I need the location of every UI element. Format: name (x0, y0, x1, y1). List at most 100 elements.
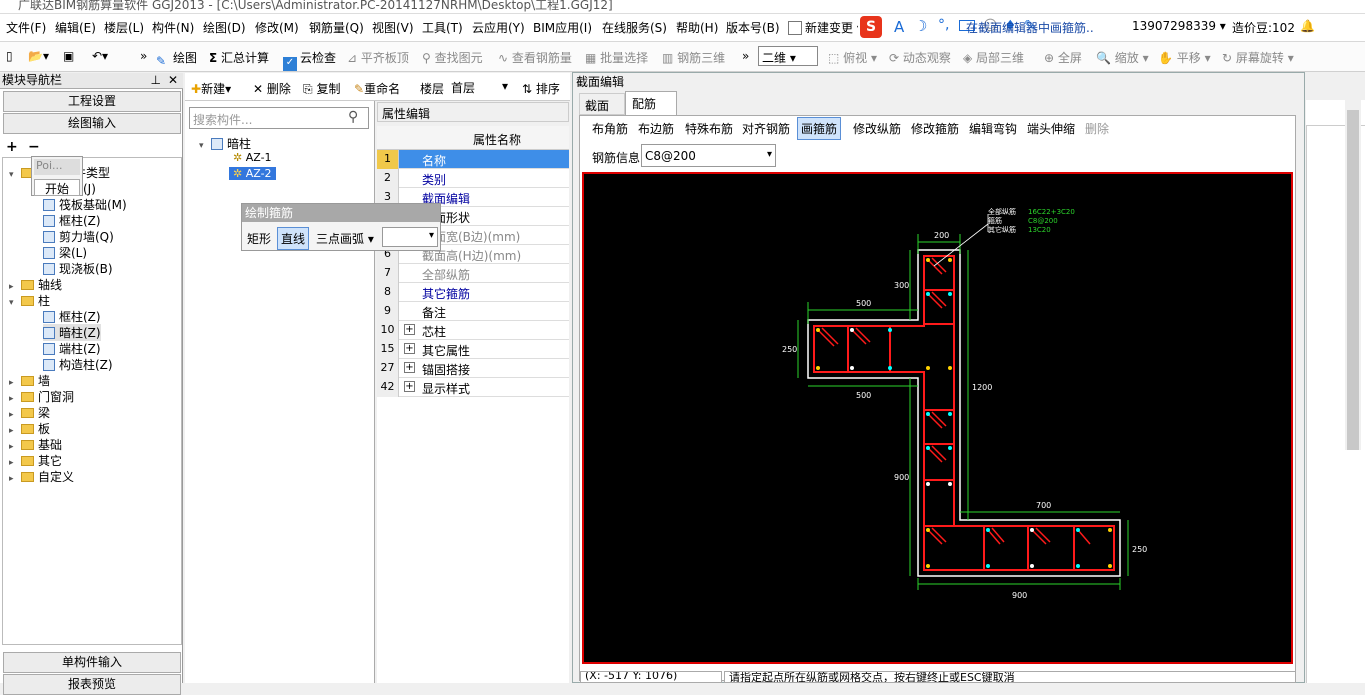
tab-property-edit[interactable]: 属性编辑 (382, 105, 430, 122)
zoom-button[interactable]: 🔍 缩放 ▾ (1096, 49, 1149, 66)
tree-column[interactable]: ▾ 柱 (9, 292, 50, 309)
chevron-down-icon[interactable]: ▾ (767, 149, 772, 160)
start-button[interactable]: 开始 (34, 179, 80, 196)
edge-bar-button[interactable]: 布边筋 (638, 120, 674, 137)
align-slab-button[interactable]: ⊿ 平齐板顶 (347, 49, 409, 66)
ime-mode-icon[interactable]: A (894, 18, 904, 36)
tree-end-column[interactable]: 端柱(Z) (43, 340, 101, 357)
report-preview-button[interactable]: 报表预览 (3, 674, 181, 695)
menu-bim[interactable]: BIM应用(I) (533, 19, 592, 36)
prop-row-core-column[interactable]: 10 + 芯柱 (377, 321, 569, 340)
tree-custom[interactable]: ▸ 自定义 (9, 468, 74, 485)
tree-raft-foundation[interactable]: 筏板基础(M) (43, 196, 127, 213)
prop-row-other-stirrup[interactable]: 8 其它箍筋 (377, 283, 569, 302)
menu-new-change[interactable]: 新建变更 ▾ (788, 19, 863, 36)
punctuation-icon[interactable]: °, (938, 17, 949, 33)
floor-select[interactable]: 首层 ▾ (448, 77, 510, 97)
pan-button[interactable]: ✋ 平移 ▾ (1158, 49, 1211, 66)
modify-longitudinal-button[interactable]: 修改纵筋 (853, 120, 901, 137)
menu-cloud[interactable]: 云应用(Y) (472, 19, 525, 36)
prop-row-display-style[interactable]: 42 + 显示样式 (377, 378, 569, 397)
expand-icon[interactable]: + (404, 324, 415, 335)
menu-component[interactable]: 构件(N) (152, 19, 194, 36)
tab-section[interactable]: 截面 (579, 93, 625, 115)
modify-stirrup-button[interactable]: 修改箍筋 (911, 120, 959, 137)
view-mode-select[interactable]: 二维 ▾ (758, 46, 818, 66)
tree-foundation[interactable]: ▸ 基础 (9, 436, 62, 453)
search-icon[interactable]: ⚲ (348, 109, 358, 125)
tree-wall[interactable]: ▸ 墙 (9, 372, 50, 389)
arc-mode-button[interactable]: 三点画弧 ▾ (316, 230, 374, 247)
menu-edit[interactable]: 编辑(E) (55, 19, 96, 36)
tree-hidden-column-root[interactable]: ▾ 暗柱 (199, 135, 251, 152)
rebar-info-input[interactable]: C8@200 ▾ (641, 144, 776, 167)
find-element-button[interactable]: ⚲ 查找图元 (422, 49, 483, 66)
rect-mode-button[interactable]: 矩形 (247, 230, 271, 247)
prop-row-other-props[interactable]: 15 + 其它属性 (377, 340, 569, 359)
cloud-check-button[interactable]: ✓ 云检查 (283, 49, 336, 71)
menu-floor[interactable]: 楼层(L) (104, 19, 144, 36)
align-bar-button[interactable]: 对齐钢筋 (742, 120, 790, 137)
tree-slab[interactable]: ▸ 板 (9, 420, 50, 437)
end-stretch-button[interactable]: 端头伸缩 (1027, 120, 1075, 137)
expand-icon[interactable]: + (404, 362, 415, 373)
new-component-button[interactable]: ✚新建▾ (191, 80, 231, 97)
dynamic-observe-button[interactable]: ⟳ 动态观察 (889, 49, 951, 66)
rebar-3d-button[interactable]: ▥ 钢筋三维 (662, 49, 725, 66)
tree-frame-column-common[interactable]: 框柱(Z) (43, 212, 101, 229)
tree-construction-column[interactable]: 构造柱(Z) (43, 356, 113, 373)
prop-row-remark[interactable]: 9 备注 (377, 302, 569, 321)
undo-icon[interactable]: ↶▾ (92, 49, 108, 63)
prop-row-category[interactable]: 2 类别 (377, 169, 569, 188)
menu-version[interactable]: 版本号(B) (726, 19, 780, 36)
expand-icon[interactable]: + (404, 381, 415, 392)
sogou-logo-icon[interactable]: S (860, 16, 882, 38)
tree-hidden-column[interactable]: 暗柱(Z) (43, 324, 101, 341)
section-canvas[interactable]: 200 300 500 250 500 1200 900 700 250 900… (582, 172, 1293, 664)
tree-door-window[interactable]: ▸ 门窗洞 (9, 388, 74, 405)
tree-cast-slab[interactable]: 现浇板(B) (43, 260, 113, 277)
draw-button[interactable]: ✎ 绘图 (156, 49, 197, 68)
top-view-button[interactable]: ⬚ 俯视 ▾ (828, 49, 877, 66)
open-folder-icon[interactable]: 📂▾ (28, 49, 49, 63)
draw-stirrup-button[interactable]: 画箍筋 (797, 117, 842, 140)
menu-online[interactable]: 在线服务(S) (602, 19, 667, 36)
corner-bar-button[interactable]: 布角筋 (592, 120, 628, 137)
tree-axis[interactable]: ▸ 轴线 (9, 276, 62, 293)
batch-select-button[interactable]: ▦ 批量选择 (585, 49, 648, 66)
copy-button[interactable]: ⎘ 复制 (303, 80, 340, 97)
view-rebar-button[interactable]: ∿ 查看钢筋量 (498, 49, 572, 66)
expand-all-icon[interactable]: + (6, 139, 18, 155)
fullscreen-button[interactable]: ⊕ 全屏 (1044, 49, 1082, 66)
line-mode-button[interactable]: 直线 (277, 227, 310, 250)
popup-tab[interactable]: Poi... (34, 159, 80, 175)
save-icon[interactable]: ▣ (63, 49, 74, 63)
component-item-az1[interactable]: ✲ AZ-1 (233, 151, 272, 164)
stirrup-mode-select[interactable]: ▾ (382, 227, 438, 247)
summary-calc-button[interactable]: Σ 汇总计算 (209, 49, 269, 66)
sort-button[interactable]: ⇅ 排序 (522, 80, 560, 97)
prop-row-all-longitudinal[interactable]: 7 全部纵筋 (377, 264, 569, 283)
component-search-input[interactable]: 搜索构件... ⚲ (189, 107, 369, 129)
scrollbar-thumb[interactable] (1347, 110, 1359, 450)
screen-rotate-button[interactable]: ↻ 屏幕旋转 ▾ (1222, 49, 1294, 66)
rename-button[interactable]: ✎重命名 (354, 80, 400, 97)
expand-icon[interactable]: + (404, 343, 415, 354)
local-3d-button[interactable]: ◈ 局部三维 (963, 49, 1024, 66)
menu-rebar-qty[interactable]: 钢筋量(Q) (309, 19, 364, 36)
menu-tools[interactable]: 工具(T) (422, 19, 463, 36)
drawing-input-button[interactable]: 绘图输入 (3, 113, 181, 134)
pin-icon[interactable]: ⊥ (151, 73, 161, 88)
new-file-icon[interactable]: ▯ (6, 49, 13, 63)
project-settings-button[interactable]: 工程设置 (3, 91, 181, 112)
menu-draw[interactable]: 绘图(D) (203, 19, 246, 36)
tree-beam[interactable]: ▸ 梁 (9, 404, 50, 421)
component-item-az2[interactable]: ✲ AZ-2 (229, 167, 276, 180)
delete-button[interactable]: ✕ 删除 (253, 80, 291, 97)
prop-row-name[interactable]: 1 名称 (377, 150, 569, 169)
tree-shear-wall[interactable]: 剪力墙(Q) (43, 228, 114, 245)
tab-reinforcement[interactable]: 配筋 (625, 91, 677, 115)
tree-other[interactable]: ▸ 其它 (9, 452, 62, 469)
menu-file[interactable]: 文件(F) (6, 19, 46, 36)
moon-icon[interactable]: ☽ (914, 17, 927, 35)
